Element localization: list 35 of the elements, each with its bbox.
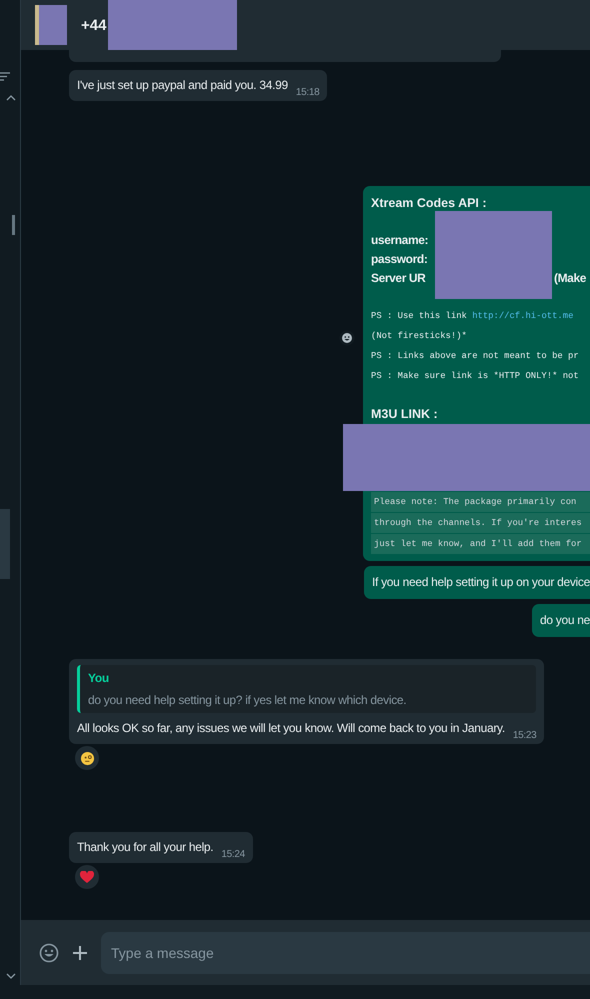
face-emoji-icon	[80, 750, 94, 766]
field-label: username:	[371, 232, 428, 249]
message-input[interactable]: Type a message	[101, 932, 590, 974]
filter-icon[interactable]	[0, 72, 10, 81]
plus-icon[interactable]	[73, 946, 87, 960]
message-text: PS : Links above are not meant to be pr	[371, 350, 580, 363]
contact-name: +44	[81, 16, 106, 34]
heart-icon	[80, 870, 94, 884]
chevron-down-icon[interactable]	[6, 973, 16, 979]
message-text: (Not firesticks!)*	[371, 330, 468, 343]
message-time: 15:23	[512, 730, 536, 741]
field-label: Server UR	[371, 270, 426, 287]
url-link[interactable]: http://cf.hi-ott.me	[472, 311, 574, 321]
quote-author: You	[88, 671, 110, 685]
message-text: I've just set up paypal and paid you. 34.99	[77, 77, 288, 94]
smiley-icon[interactable]	[39, 942, 59, 962]
field-label: password:	[371, 251, 428, 268]
message-text: All looks OK so far, any issues we will let you know. Will come back to you in January.	[77, 720, 505, 737]
smiley-icon[interactable]	[339, 330, 355, 346]
message-title: M3U LINK :	[371, 406, 439, 423]
redaction-block	[39, 5, 67, 45]
message-title: Xtream Codes API :	[371, 195, 488, 212]
message-text: PS : Make sure link is *HTTP ONLY!* not	[371, 370, 580, 383]
message-text: do you ne	[540, 612, 590, 629]
quote-text: do you need help setting it up? if yes let me know which device.	[88, 693, 408, 707]
message-text: PS : Use this link http://cf.hi-ott.me	[371, 310, 574, 323]
message-text: (Make	[554, 270, 586, 287]
scrollbar-thumb[interactable]	[12, 215, 15, 235]
message-text: Thank you for all your help.	[77, 839, 214, 856]
message-text: If you need help setting it up on your device	[372, 574, 590, 591]
message-time: 15:18	[296, 87, 320, 98]
quoted-message[interactable]: You do you need help setting it up? if yes let me know which device.	[77, 665, 536, 713]
message-time: 15:24	[221, 849, 245, 860]
chevron-up-icon[interactable]	[6, 95, 16, 101]
reaction-badge[interactable]	[75, 746, 99, 770]
